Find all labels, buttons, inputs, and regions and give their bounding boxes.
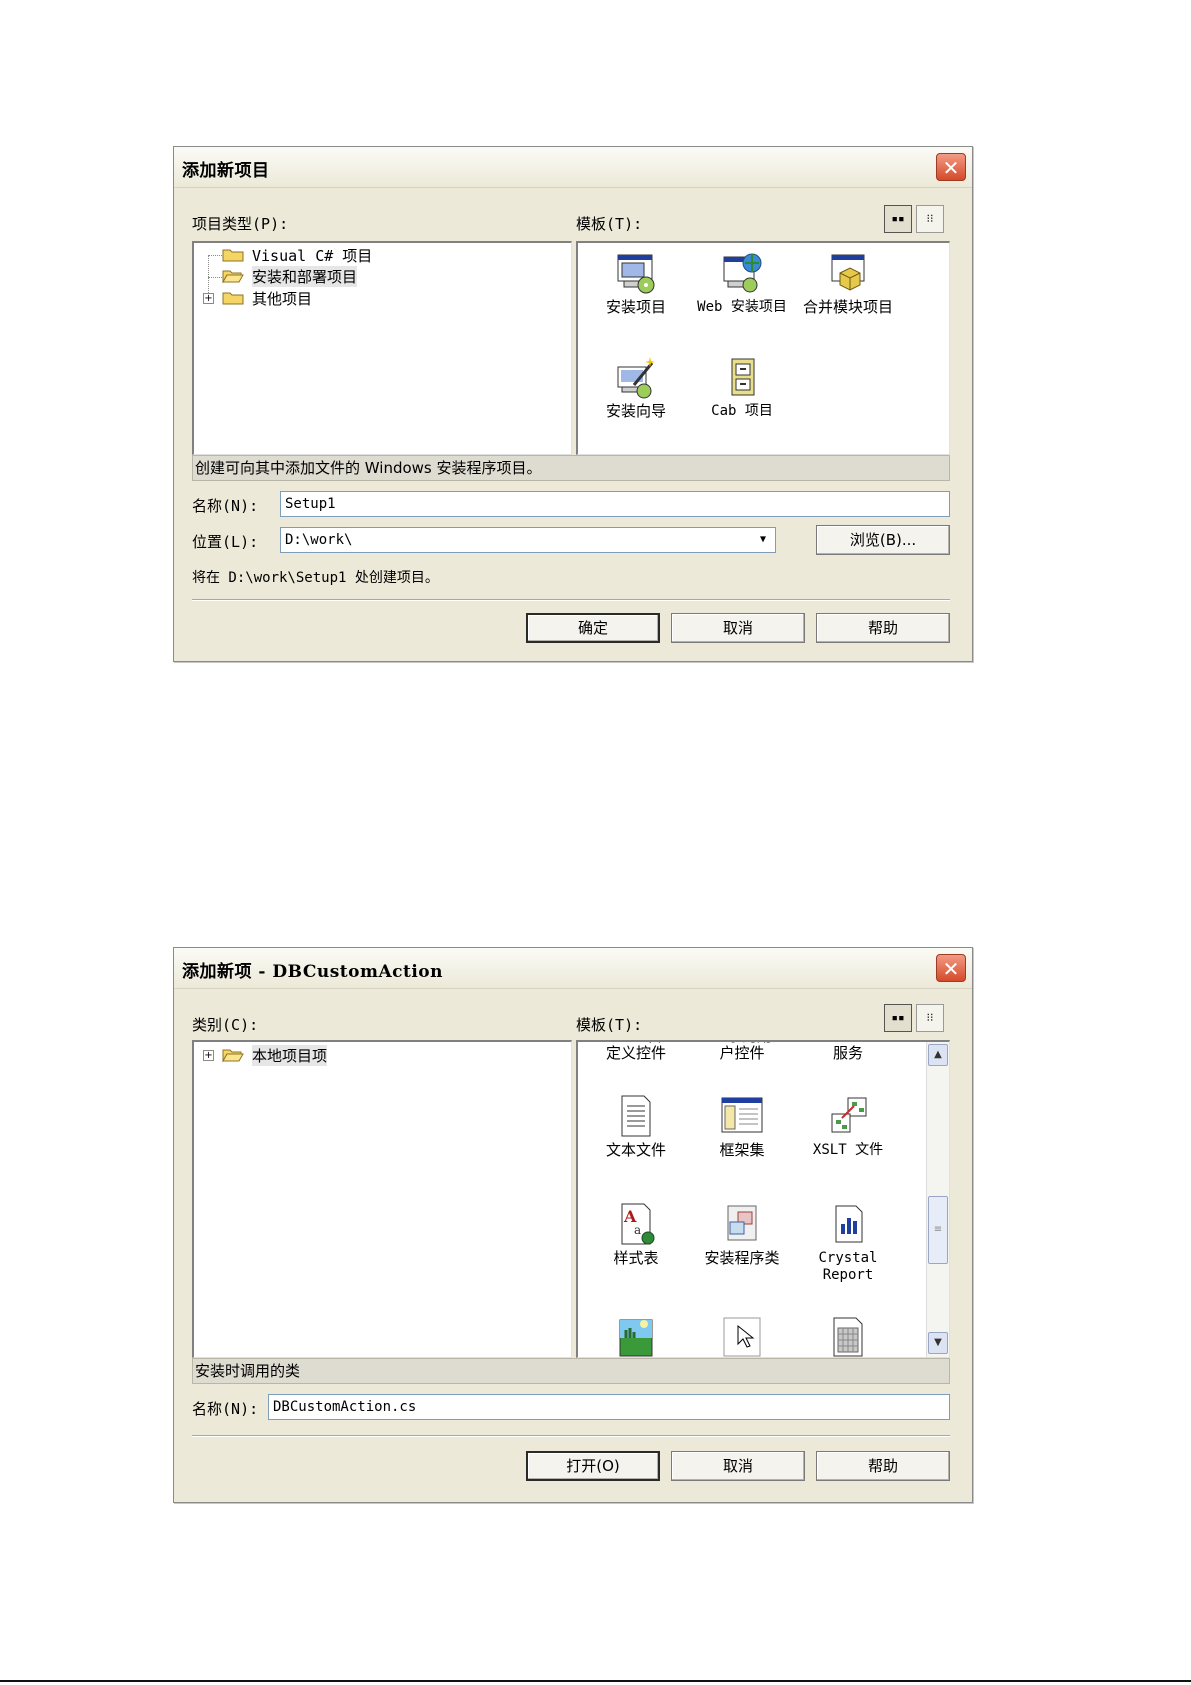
title-bar[interactable]: 添加新项 - DBCustomAction ✕	[174, 948, 972, 989]
template-style-sheet[interactable]: Aa 样式表	[584, 1202, 688, 1267]
folder-icon	[222, 290, 244, 305]
template-web-setup-project[interactable]: Web 安装项目	[690, 251, 794, 316]
separator	[192, 1435, 950, 1437]
template-bitmap[interactable]	[584, 1314, 688, 1357]
expand-icon[interactable]: +	[203, 1050, 214, 1061]
template-xslt-file[interactable]: XSLT 文件	[796, 1094, 900, 1159]
template-cursor[interactable]	[690, 1314, 794, 1357]
template-web-custom-control[interactable]: Web 自定义控件	[584, 1042, 688, 1062]
small-icons-view-button[interactable]: ⁝⁝	[916, 1004, 944, 1032]
installer-class-icon	[720, 1202, 764, 1246]
template-installer-class[interactable]: 安装程序类	[690, 1202, 794, 1267]
chevron-down-icon: ▼	[934, 1337, 942, 1348]
location-combobox[interactable]: D:\work\ ▼	[280, 527, 776, 553]
large-icons-view-button[interactable]: ▪▪	[884, 1004, 912, 1032]
template-frameset[interactable]: 框架集	[690, 1094, 794, 1159]
add-new-project-dialog: 添加新项目 ✕ 项目类型(P): 模板(T): ▪▪ ⁝⁝ Visual C# …	[173, 146, 973, 662]
template-icon-file[interactable]	[796, 1314, 900, 1357]
separator	[192, 599, 950, 601]
large-icons-view-button[interactable]: ▪▪	[884, 205, 912, 233]
cursor-file-icon	[720, 1314, 764, 1357]
setup-project-icon	[614, 251, 658, 295]
tree-line	[208, 255, 222, 256]
crystal-report-icon	[826, 1202, 870, 1246]
web-setup-project-icon	[720, 251, 764, 295]
location-label: 位置(L):	[192, 533, 259, 551]
scroll-down-button[interactable]: ▼	[928, 1332, 948, 1354]
name-label: 名称(N):	[192, 1400, 259, 1418]
tree-line	[208, 277, 222, 278]
template-setup-project[interactable]: 安装项目	[584, 251, 688, 316]
name-label: 名称(N):	[192, 497, 259, 515]
style-sheet-icon: Aa	[614, 1202, 658, 1246]
dialog-title: 添加新项 - DBCustomAction	[182, 962, 444, 982]
open-folder-icon	[222, 1047, 244, 1063]
svg-text:a: a	[634, 1223, 641, 1237]
template-cab-project[interactable]: Cab 项目	[690, 355, 794, 420]
cancel-button[interactable]: 取消	[671, 613, 805, 643]
close-icon: ✕	[942, 156, 960, 180]
template-inherited-user-control[interactable]: 继承的用户控件	[690, 1042, 794, 1062]
template-merge-module[interactable]: 合并模块项目	[796, 251, 900, 316]
create-path-text: 将在 D:\work\Setup1 处创建项目。	[192, 570, 439, 586]
location-value: D:\work\	[285, 532, 353, 548]
template-description: 安装时调用的类	[192, 1358, 950, 1384]
dialog-title: 添加新项目	[182, 161, 270, 181]
merge-module-icon	[826, 251, 870, 295]
project-types-tree[interactable]: Visual C# 项目 安装和部署项目 + 其他项目	[192, 241, 572, 455]
folder-icon	[222, 247, 244, 262]
add-new-item-dialog: 添加新项 - DBCustomAction ✕ 类别(C): 模板(T): ▪▪…	[173, 947, 973, 1503]
list-view-icon: ⁝⁝	[926, 1011, 934, 1024]
name-field[interactable]: DBCustomAction.cs	[268, 1394, 950, 1420]
template-text-file[interactable]: 文本文件	[584, 1094, 688, 1159]
template-crystal-report[interactable]: Crystal Report	[796, 1202, 900, 1284]
frameset-icon	[720, 1094, 764, 1138]
templates-scrollbar[interactable]: ▲ ≡ ▼	[926, 1042, 949, 1357]
chevron-up-icon: ▲	[934, 1049, 942, 1060]
ok-button[interactable]: 确定	[526, 613, 660, 643]
name-field[interactable]: Setup1	[280, 491, 950, 517]
template-setup-wizard[interactable]: 安装向导	[584, 355, 688, 420]
open-folder-icon	[222, 268, 244, 284]
categories-tree[interactable]: + 本地项目项	[192, 1040, 572, 1358]
expand-icon[interactable]: +	[203, 293, 214, 304]
categories-label: 类别(C):	[192, 1016, 259, 1034]
list-view-icon: ⁝⁝	[926, 212, 934, 225]
xslt-file-icon	[826, 1094, 870, 1138]
scroll-up-button[interactable]: ▲	[928, 1044, 948, 1066]
templates-list[interactable]: 安装项目 Web 安装项目 合并模块项目 安装向导 Cab 项目	[576, 241, 950, 455]
grid-file-icon	[826, 1314, 870, 1357]
small-icons-view-button[interactable]: ⁝⁝	[916, 205, 944, 233]
close-button[interactable]: ✕	[936, 153, 966, 181]
project-types-label: 项目类型(P):	[192, 215, 289, 233]
cab-project-icon	[720, 355, 764, 399]
bitmap-icon	[614, 1314, 658, 1357]
large-icons-icon: ▪▪	[891, 212, 905, 225]
cancel-button[interactable]: 取消	[671, 1451, 805, 1481]
dropdown-arrow-icon[interactable]: ▼	[753, 530, 773, 550]
help-button[interactable]: 帮助	[816, 1451, 950, 1481]
large-icons-icon: ▪▪	[891, 1011, 905, 1024]
templates-label: 模板(T):	[576, 215, 643, 233]
template-windows-service[interactable]: Windows 服务	[796, 1042, 900, 1062]
close-icon: ✕	[942, 957, 960, 981]
setup-wizard-icon	[614, 355, 658, 399]
close-button[interactable]: ✕	[936, 954, 966, 982]
text-file-icon	[614, 1094, 658, 1138]
templates-label: 模板(T):	[576, 1016, 643, 1034]
templates-list[interactable]: Web 自定义控件 继承的用户控件 Windows 服务 文本文件 框架集 XS…	[576, 1040, 950, 1358]
help-button[interactable]: 帮助	[816, 613, 950, 643]
title-bar[interactable]: 添加新项目 ✕	[174, 147, 972, 188]
open-button[interactable]: 打开(O)	[526, 1451, 660, 1481]
page-bottom-rule	[0, 1680, 1191, 1682]
browse-button[interactable]: 浏览(B)...	[816, 525, 950, 555]
template-description: 创建可向其中添加文件的 Windows 安装程序项目。	[192, 455, 950, 481]
scroll-thumb[interactable]: ≡	[928, 1196, 948, 1264]
